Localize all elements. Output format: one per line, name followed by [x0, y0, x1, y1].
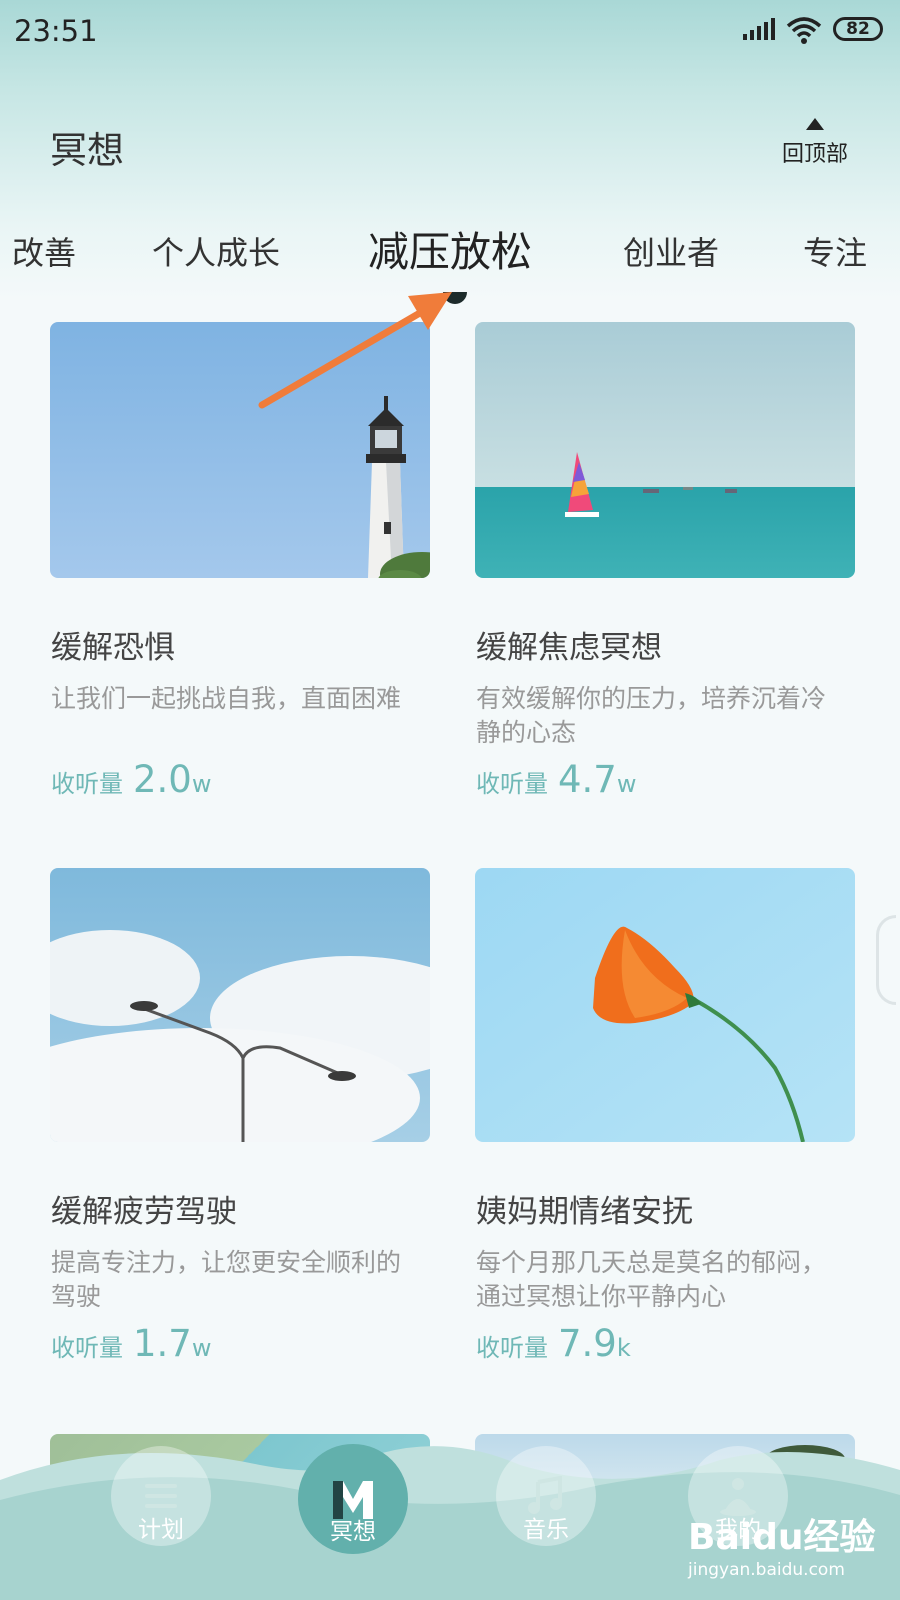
- listen-count-value: 2.0: [133, 758, 192, 801]
- baidu-watermark: Baidu经验 jingyan.baidu.com: [688, 1508, 888, 1593]
- nav-music-label-wrap: 音乐: [506, 1510, 586, 1544]
- listen-count-value: 1.7: [133, 1322, 192, 1365]
- watermark-brand: Baidu经验: [688, 1517, 876, 1558]
- side-drawer-handle[interactable]: [876, 915, 896, 1005]
- listen-count-unit: w: [616, 770, 637, 798]
- card-description: 让我们一起挑战自我，直面困难: [51, 684, 402, 713]
- listen-count-label: 收听量: [51, 1334, 123, 1362]
- listen-count: 收听量 1.7w: [51, 1322, 211, 1365]
- card-title[interactable]: 缓解焦虑冥想: [476, 622, 662, 667]
- card-image-streetlamp[interactable]: [50, 868, 430, 1142]
- nav-plan-label-wrap: 计划: [121, 1510, 201, 1544]
- card-title[interactable]: 缓解疲劳驾驶: [51, 1186, 237, 1231]
- annotation-arrow-icon: [258, 292, 452, 409]
- card-description: 每个月那几天总是莫名的郁闷，通过冥想让你平静内心: [476, 1248, 827, 1311]
- card-description: 有效缓解你的压力，培养沉着冷静的心态: [476, 684, 827, 747]
- card-title[interactable]: 缓解恐惧: [51, 622, 175, 667]
- listen-count-value: 7.9: [558, 1322, 617, 1365]
- listen-count-label: 收听量: [476, 1334, 548, 1362]
- listen-count: 收听量 4.7w: [476, 758, 636, 801]
- listen-count-label: 收听量: [51, 770, 123, 798]
- nav-plan-label: 计划: [138, 1517, 184, 1543]
- card-image-poppy-flower[interactable]: [475, 868, 855, 1142]
- nav-meditation-label-wrap: 冥想: [313, 1512, 393, 1546]
- watermark-url: jingyan.baidu.com: [688, 1560, 845, 1580]
- listen-count: 收听量 7.9k: [476, 1322, 631, 1365]
- nav-meditation-label: 冥想: [330, 1519, 376, 1545]
- listen-count-unit: k: [616, 1334, 631, 1362]
- listen-count-value: 4.7: [558, 758, 617, 801]
- listen-count-unit: w: [191, 770, 212, 798]
- card-title[interactable]: 姨妈期情绪安抚: [476, 1186, 693, 1231]
- listen-count: 收听量 2.0w: [51, 758, 211, 801]
- listen-count-unit: w: [191, 1334, 212, 1362]
- nav-music-label: 音乐: [523, 1517, 569, 1543]
- card-description: 提高专注力，让您更安全顺利的驾驶: [51, 1248, 402, 1311]
- listen-count-label: 收听量: [476, 770, 548, 798]
